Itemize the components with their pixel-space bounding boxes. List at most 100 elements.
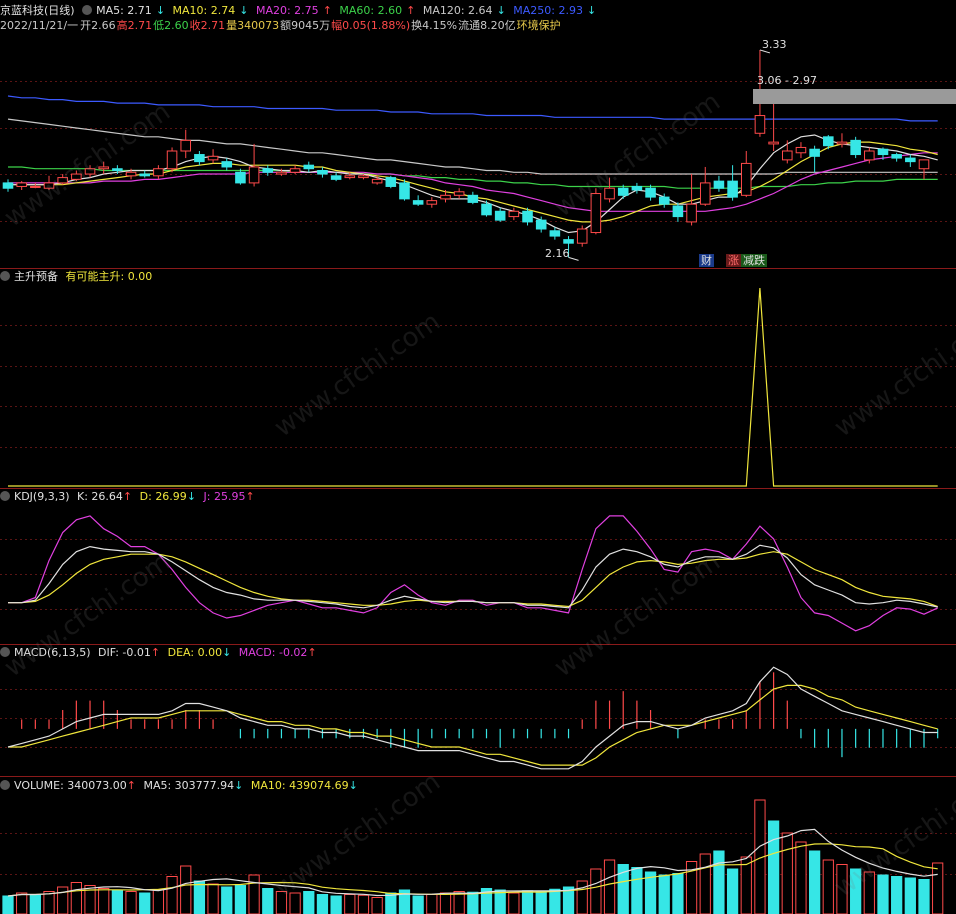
volume-bar bbox=[699, 853, 711, 914]
volume-bar bbox=[781, 832, 793, 914]
volume-name: VOLUME: 340073.00 bbox=[14, 779, 127, 792]
candle-body bbox=[112, 168, 123, 172]
kdj-k: K: 26.64 bbox=[77, 490, 123, 503]
volume-bar bbox=[98, 888, 110, 914]
high-price-note: 3.33 bbox=[762, 38, 787, 51]
volume-bar bbox=[180, 865, 192, 914]
candle-body bbox=[918, 159, 930, 170]
volume-bar bbox=[2, 895, 14, 914]
low-price-note: 2.16 bbox=[545, 247, 570, 260]
ma10-line bbox=[8, 141, 938, 223]
settings-dot-icon[interactable] bbox=[82, 5, 93, 15]
volume-bar bbox=[371, 897, 383, 914]
rise-event-tag[interactable]: 涨 bbox=[726, 254, 741, 267]
volume-bar bbox=[344, 894, 356, 914]
macd-dea-line bbox=[8, 684, 938, 766]
finance-event-tag[interactable]: 财 bbox=[699, 254, 714, 267]
candle-body bbox=[125, 171, 137, 177]
kdj-d-arrow: ↓ bbox=[186, 490, 197, 503]
zsyb-indicator-chart[interactable] bbox=[0, 284, 956, 488]
volume-chart[interactable] bbox=[0, 793, 956, 914]
settings-dot-icon[interactable] bbox=[0, 647, 10, 657]
volume-bar bbox=[713, 850, 725, 914]
macd-value: MACD: -0.02 bbox=[238, 646, 308, 659]
volume-bar bbox=[70, 882, 82, 914]
volume-bar bbox=[549, 888, 561, 914]
macd-dif-arrow: ↑ bbox=[150, 646, 161, 659]
candle-body bbox=[713, 180, 725, 189]
volume-bar bbox=[193, 880, 206, 914]
volume-ma10-arrow: ↓ bbox=[348, 779, 358, 792]
stock-name[interactable]: 京蓝科技(日线) bbox=[0, 4, 75, 17]
settings-dot-icon[interactable] bbox=[0, 271, 10, 281]
volume-header: VOLUME: 340073.00↑ MA5: 303777.94↓ MA10:… bbox=[0, 779, 362, 793]
volume-bar bbox=[877, 874, 889, 914]
ma120-label: MA120: 2.64 bbox=[422, 4, 493, 17]
candle-body bbox=[289, 168, 301, 173]
candlestick-chart[interactable] bbox=[0, 34, 956, 268]
volume-bar bbox=[836, 864, 848, 914]
kdj-j-arrow: ↑ bbox=[245, 490, 255, 503]
volume-bar bbox=[357, 894, 370, 914]
header-bar: 京蓝科技(日线) MA5: 2.71 ↓ MA10: 2.74 ↓ MA20: 2.… bbox=[0, 4, 600, 18]
candle-body bbox=[235, 171, 246, 184]
macd-indicator-chart[interactable] bbox=[0, 660, 956, 776]
candle-body bbox=[303, 164, 315, 170]
volume-bar bbox=[221, 886, 233, 914]
candle-body bbox=[740, 162, 752, 196]
kdj-indicator-chart[interactable] bbox=[0, 504, 956, 644]
candle-body bbox=[221, 161, 233, 168]
ma10-label: MA10: 2.74 bbox=[172, 4, 236, 17]
volume-bar bbox=[57, 886, 69, 914]
candle-body bbox=[262, 168, 274, 173]
candle-body bbox=[453, 191, 465, 196]
candle-body bbox=[139, 173, 151, 177]
settings-dot-icon[interactable] bbox=[0, 491, 10, 501]
candle-body bbox=[412, 200, 424, 205]
settings-dot-icon[interactable] bbox=[0, 780, 10, 790]
candle-body bbox=[877, 148, 889, 156]
reduce-event-tag[interactable]: 减跌 bbox=[741, 254, 767, 267]
zsyb-header: 主升预备 有可能主升: 0.00 bbox=[0, 270, 156, 284]
candle-body bbox=[166, 150, 178, 170]
volume-bar bbox=[262, 888, 274, 914]
range-highlight-bar bbox=[753, 89, 956, 104]
volume-bar bbox=[535, 891, 547, 914]
candle-body bbox=[672, 205, 684, 218]
candle-body bbox=[864, 150, 875, 161]
panel-divider bbox=[0, 644, 956, 645]
volume-bar bbox=[152, 889, 165, 914]
candle-body bbox=[563, 239, 574, 244]
panel-divider bbox=[0, 776, 956, 777]
volume-bar bbox=[672, 873, 684, 914]
ma5-arrow: ↓ bbox=[155, 4, 166, 17]
volume-bar bbox=[932, 862, 944, 914]
candle-body bbox=[617, 187, 629, 196]
candle-body bbox=[57, 177, 68, 184]
macd-header: MACD(6,13,5) DIF: -0.01↑ DEA: 0.00↓ MACD… bbox=[0, 646, 321, 660]
volume-bar bbox=[234, 885, 247, 914]
candle-body bbox=[631, 185, 643, 191]
volume-bar bbox=[29, 894, 41, 914]
volume-bar bbox=[809, 850, 821, 914]
volume-bar bbox=[795, 841, 807, 914]
candle-body bbox=[385, 177, 397, 187]
kdj-header: KDJ(9,3,3) K: 26.64↑ D: 26.99↓ J: 25.95↑ bbox=[0, 490, 259, 504]
candle-body bbox=[658, 196, 670, 205]
macd-dea-arrow: ↓ bbox=[222, 646, 232, 659]
quote-close: 收2.71 bbox=[189, 19, 226, 32]
volume-bar bbox=[289, 892, 301, 914]
volume-bar bbox=[904, 877, 916, 914]
volume-bar bbox=[863, 871, 875, 914]
kdj-k-arrow: ↑ bbox=[122, 490, 133, 503]
sector-tag[interactable]: 环境保护 bbox=[517, 19, 561, 32]
zsyb-value: 有可能主升: 0.00 bbox=[65, 270, 153, 283]
ma120-line bbox=[7, 118, 938, 175]
volume-arrow: ↑ bbox=[126, 779, 136, 792]
candle-body bbox=[84, 168, 96, 175]
macd-dea: DEA: 0.00 bbox=[167, 646, 223, 659]
candle-body bbox=[754, 115, 766, 134]
ma250-arrow: ↓ bbox=[587, 4, 597, 17]
quote-turnover: 换4.15% bbox=[411, 19, 458, 32]
volume-bar bbox=[508, 892, 520, 914]
